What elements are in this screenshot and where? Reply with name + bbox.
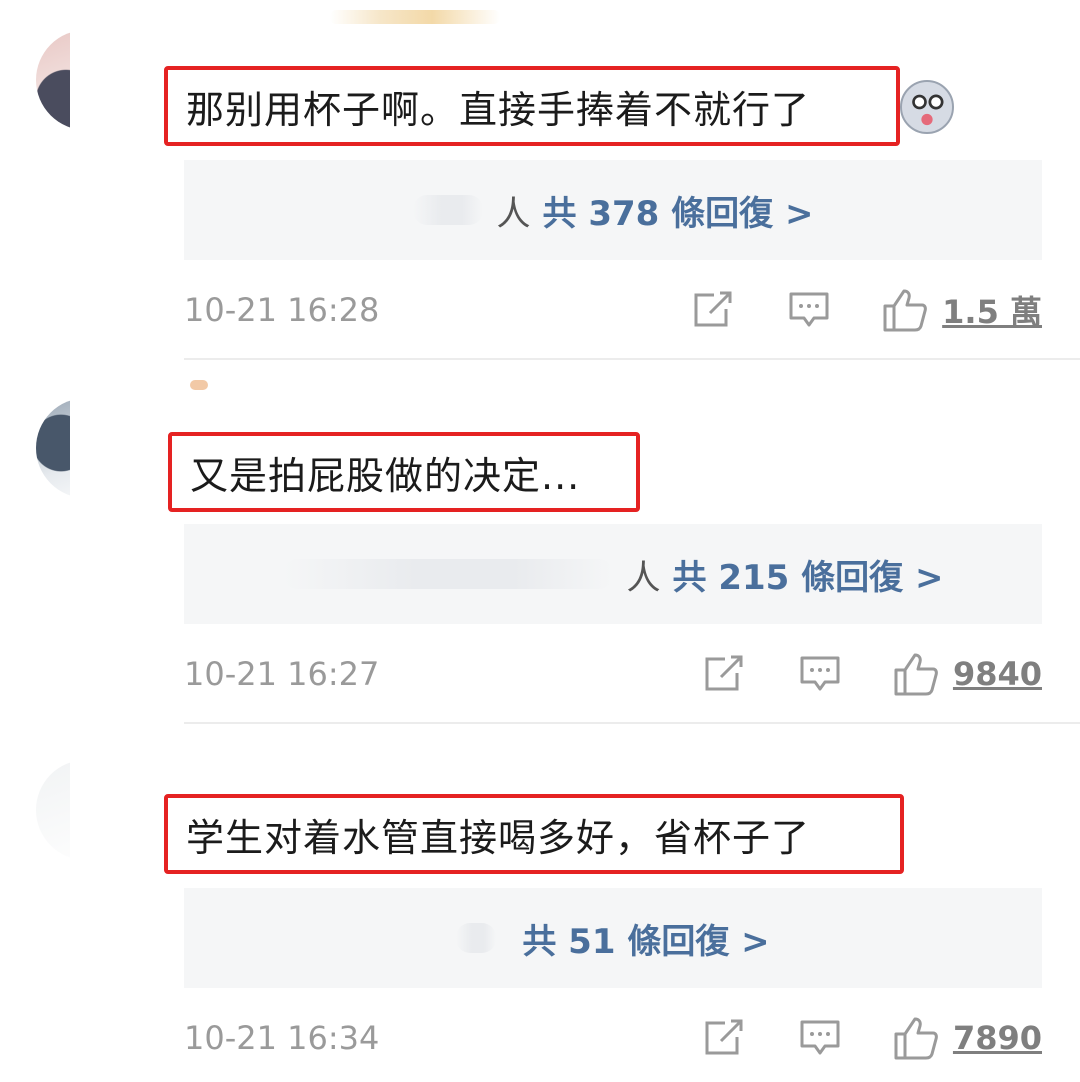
blurred-replier — [282, 559, 613, 589]
comment-text: 学生对着水管直接喝多好，省杯子了 — [186, 815, 811, 860]
like-count: 9840 — [952, 655, 1042, 693]
reply-summary[interactable]: 共 51 條回復 > — [184, 888, 1042, 988]
comment-meta: 10-21 16:34 7890 — [184, 1008, 1042, 1068]
timestamp: 10-21 16:27 — [184, 655, 380, 693]
reply-person: 人 — [496, 193, 531, 234]
comment-icon[interactable] — [799, 1019, 841, 1057]
comment-text: 那别用杯子啊。直接手捧着不就行了 — [186, 87, 811, 132]
like-count: 1.5 萬 — [942, 293, 1042, 331]
blurred-username — [190, 380, 208, 390]
reply-summary[interactable]: 人 共 215 條回復 > — [184, 524, 1042, 624]
highlight-box: 学生对着水管直接喝多好，省杯子了 — [164, 794, 904, 874]
blurred-replier — [412, 195, 483, 225]
share-icon[interactable] — [703, 655, 745, 693]
blurred-replier — [456, 923, 497, 953]
husky-face-icon — [900, 80, 954, 134]
thumbs-up-icon — [894, 1017, 938, 1060]
comment-meta: 10-21 16:27 9840 — [184, 644, 1042, 704]
comment-icon[interactable] — [799, 655, 841, 693]
timestamp: 10-21 16:28 — [184, 291, 380, 329]
like-button[interactable]: 1.5 萬 — [882, 287, 1042, 333]
like-button[interactable]: 9840 — [893, 652, 1042, 696]
highlight-box: 那别用杯子啊。直接手捧着不就行了 — [164, 66, 900, 146]
share-icon[interactable] — [703, 1019, 745, 1057]
like-button[interactable]: 7890 — [893, 1016, 1042, 1060]
thumbs-up-icon — [894, 653, 938, 696]
reply-count-link[interactable]: 共 378 條回復 > — [543, 186, 814, 235]
thumbs-up-icon — [883, 289, 928, 332]
timestamp: 10-21 16:34 — [184, 1019, 380, 1057]
share-icon[interactable] — [692, 291, 734, 329]
blurred-username — [330, 10, 500, 24]
highlight-box: 又是拍屁股做的决定... — [168, 432, 640, 512]
comment-text: 又是拍屁股做的决定... — [190, 453, 581, 498]
reply-summary[interactable]: 人 共 378 條回復 > — [184, 160, 1042, 260]
divider — [184, 722, 1080, 724]
comment-meta: 10-21 16:28 1.5 萬 — [184, 280, 1042, 340]
like-count: 7890 — [952, 1019, 1042, 1057]
divider — [184, 358, 1080, 360]
reply-count-link[interactable]: 共 51 條回復 > — [522, 914, 769, 963]
reply-person: 人 — [626, 557, 661, 598]
reply-count-link[interactable]: 共 215 條回復 > — [673, 550, 944, 599]
comment-icon[interactable] — [788, 291, 830, 329]
